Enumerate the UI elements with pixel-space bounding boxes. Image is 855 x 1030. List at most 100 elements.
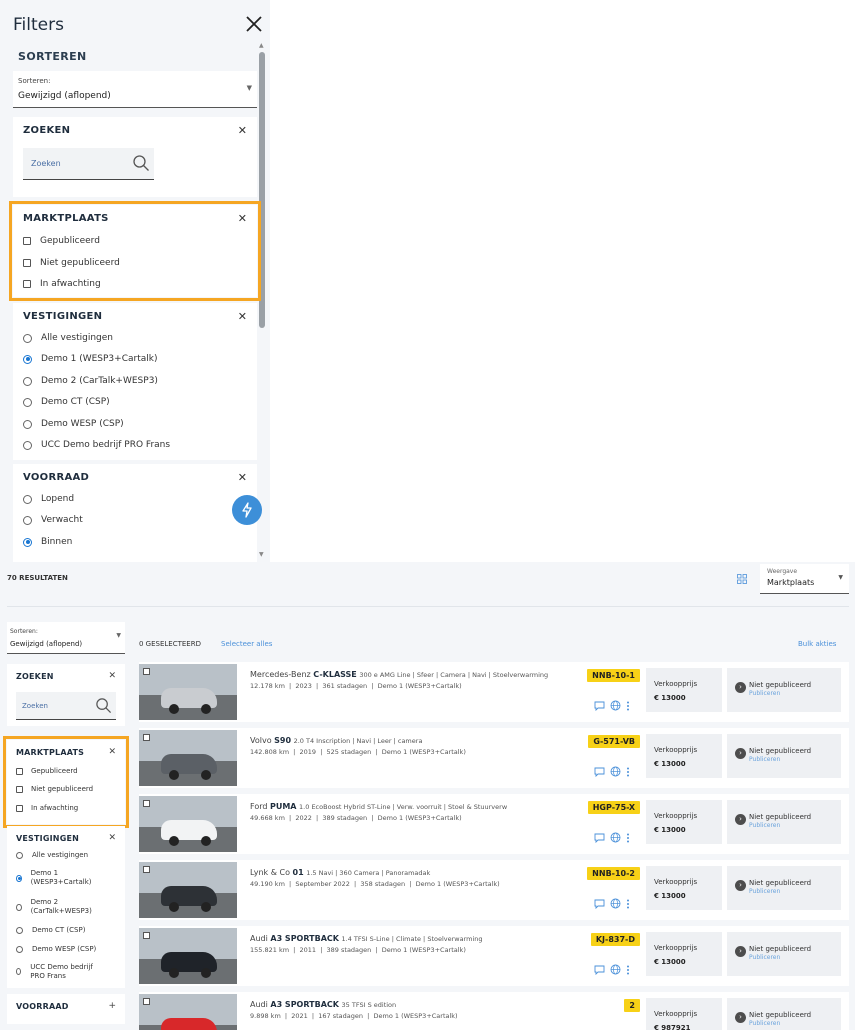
vestiging-option[interactable]: Demo 1 (WESP3+Cartalk) <box>23 354 157 364</box>
filter-scrollbar[interactable]: ▲ ▼ <box>258 42 266 558</box>
car-title[interactable]: Lynk & Co 01 1.5 Navi | 360 Camera | Pan… <box>250 868 430 877</box>
radio[interactable] <box>23 333 32 343</box>
globe-icon[interactable] <box>610 766 621 777</box>
select-all-link[interactable]: Selecteer alles <box>221 640 272 648</box>
table-row[interactable]: Mercedes-Benz C-KLASSE 300 e AMG Line | … <box>139 662 849 722</box>
radio[interactable] <box>23 494 32 504</box>
chat-icon[interactable] <box>594 833 605 843</box>
marktplaats-option[interactable]: Niet gepubliceerd <box>16 785 93 794</box>
more-vertical-icon[interactable] <box>626 833 630 843</box>
radio[interactable] <box>16 852 23 859</box>
table-row[interactable]: Audi A3 SPORTBACK 1.4 TFSI S-Line | Clim… <box>139 926 849 986</box>
bulk-actions-link[interactable]: Bulk akties <box>798 640 836 648</box>
checkbox[interactable] <box>23 237 31 245</box>
row-checkbox[interactable] <box>143 668 150 675</box>
row-checkbox[interactable] <box>143 800 150 807</box>
chat-icon[interactable] <box>594 701 605 711</box>
checkbox[interactable] <box>16 768 23 775</box>
radio[interactable] <box>23 515 32 525</box>
radio[interactable] <box>16 968 22 975</box>
row-checkbox[interactable] <box>143 998 150 1005</box>
checkbox[interactable] <box>16 805 23 812</box>
close-icon[interactable]: ✕ <box>238 212 247 225</box>
radio[interactable] <box>23 397 32 407</box>
vestiging-option[interactable]: Demo 2 (CarTalk+WESP3) <box>23 376 158 386</box>
marktplaats-option[interactable]: In afwachting <box>23 279 101 289</box>
vestiging-option[interactable]: Alle vestigingen <box>23 333 113 343</box>
car-photo[interactable] <box>139 862 237 918</box>
close-icon[interactable]: ✕ <box>108 671 116 681</box>
publish-link[interactable]: Publiceren <box>749 954 780 961</box>
publish-link[interactable]: Publiceren <box>749 888 780 895</box>
publish-link[interactable]: Publiceren <box>749 822 780 829</box>
sidebar-voorraad-section[interactable]: VOORRAAD + <box>7 994 125 1024</box>
chat-icon[interactable] <box>594 899 605 909</box>
voorraad-option[interactable]: Lopend <box>23 494 74 504</box>
publish-link[interactable]: Publiceren <box>749 1020 780 1027</box>
radio-selected[interactable] <box>23 537 32 547</box>
more-vertical-icon[interactable] <box>626 899 630 909</box>
chat-icon[interactable] <box>594 965 605 975</box>
search-icon[interactable] <box>95 697 112 714</box>
car-title[interactable]: Ford PUMA 1.0 EcoBoost Hybrid ST-Line | … <box>250 802 507 811</box>
marktplaats-option[interactable]: Gepubliceerd <box>23 236 100 246</box>
more-vertical-icon[interactable] <box>626 965 630 975</box>
radio[interactable] <box>23 419 32 429</box>
row-checkbox[interactable] <box>143 866 150 873</box>
close-icon[interactable] <box>244 14 264 34</box>
marktplaats-option[interactable]: Gepubliceerd <box>16 767 78 776</box>
close-icon[interactable]: ✕ <box>108 747 116 757</box>
more-vertical-icon[interactable] <box>626 767 630 777</box>
radio-selected[interactable] <box>16 875 22 882</box>
car-title[interactable]: Volvo S90 2.0 T4 Inscription | Navi | Le… <box>250 736 422 745</box>
radio[interactable] <box>16 946 23 953</box>
table-row[interactable]: Ford PUMA 1.0 EcoBoost Hybrid ST-Line | … <box>139 794 849 854</box>
checkbox[interactable] <box>23 259 31 267</box>
table-row[interactable]: Volvo S90 2.0 T4 Inscription | Navi | Le… <box>139 728 849 788</box>
vestiging-option[interactable]: Demo CT (CSP) <box>16 926 85 935</box>
car-photo[interactable] <box>139 796 237 852</box>
car-title[interactable]: Audi A3 SPORTBACK 1.4 TFSI S-Line | Clim… <box>250 934 483 943</box>
globe-icon[interactable] <box>610 700 621 711</box>
car-title[interactable]: Mercedes-Benz C-KLASSE 300 e AMG Line | … <box>250 670 548 679</box>
car-photo[interactable] <box>139 928 237 984</box>
marktplaats-option[interactable]: Niet gepubliceerd <box>23 258 120 268</box>
sort-select[interactable]: Sorteren: Gewijzigd (aflopend) ▼ <box>7 622 125 654</box>
checkbox[interactable] <box>23 280 31 288</box>
search-icon[interactable] <box>132 154 150 172</box>
search-input[interactable]: Zoeken <box>16 692 116 720</box>
row-checkbox[interactable] <box>143 734 150 741</box>
radio[interactable] <box>16 904 22 911</box>
sort-select[interactable]: Sorteren: Gewijzigd (aflopend) ▼ <box>13 71 257 108</box>
car-title[interactable]: Audi A3 SPORTBACK 35 TFSI S edition <box>250 1000 396 1009</box>
view-select[interactable]: Weergave Marktplaats ▼ <box>760 564 849 594</box>
checkbox[interactable] <box>16 786 23 793</box>
marktplaats-option[interactable]: In afwachting <box>16 804 78 813</box>
grid-icon[interactable] <box>737 574 747 584</box>
voorraad-option[interactable]: Binnen <box>23 537 72 547</box>
vestiging-option[interactable]: UCC Demo bedrijf PRO Frans <box>23 440 170 450</box>
close-icon[interactable]: ✕ <box>238 471 247 484</box>
close-icon[interactable]: ✕ <box>238 310 247 323</box>
more-vertical-icon[interactable] <box>626 701 630 711</box>
vestiging-option[interactable]: Demo WESP (CSP) <box>16 945 96 954</box>
globe-icon[interactable] <box>610 898 621 909</box>
car-photo[interactable] <box>139 730 237 786</box>
vestiging-option[interactable]: Demo WESP (CSP) <box>23 419 124 429</box>
radio-selected[interactable] <box>23 354 32 364</box>
car-photo[interactable] <box>139 664 237 720</box>
vestiging-option[interactable]: Demo CT (CSP) <box>23 397 110 407</box>
flash-action-button[interactable] <box>232 495 262 525</box>
globe-icon[interactable] <box>610 832 621 843</box>
car-photo[interactable] <box>139 994 237 1030</box>
vestiging-option[interactable]: Alle vestigingen <box>16 851 88 860</box>
vestiging-option[interactable]: Demo 2 (CarTalk+WESP3) <box>16 898 96 916</box>
radio[interactable] <box>23 440 32 450</box>
globe-icon[interactable] <box>610 964 621 975</box>
table-row[interactable]: Lynk & Co 01 1.5 Navi | 360 Camera | Pan… <box>139 860 849 920</box>
scroll-up-icon[interactable]: ▲ <box>259 42 264 49</box>
row-checkbox[interactable] <box>143 932 150 939</box>
vestiging-option[interactable]: Demo 1 (WESP3+Cartalk) <box>16 869 96 887</box>
publish-link[interactable]: Publiceren <box>749 756 780 763</box>
radio[interactable] <box>23 376 32 386</box>
